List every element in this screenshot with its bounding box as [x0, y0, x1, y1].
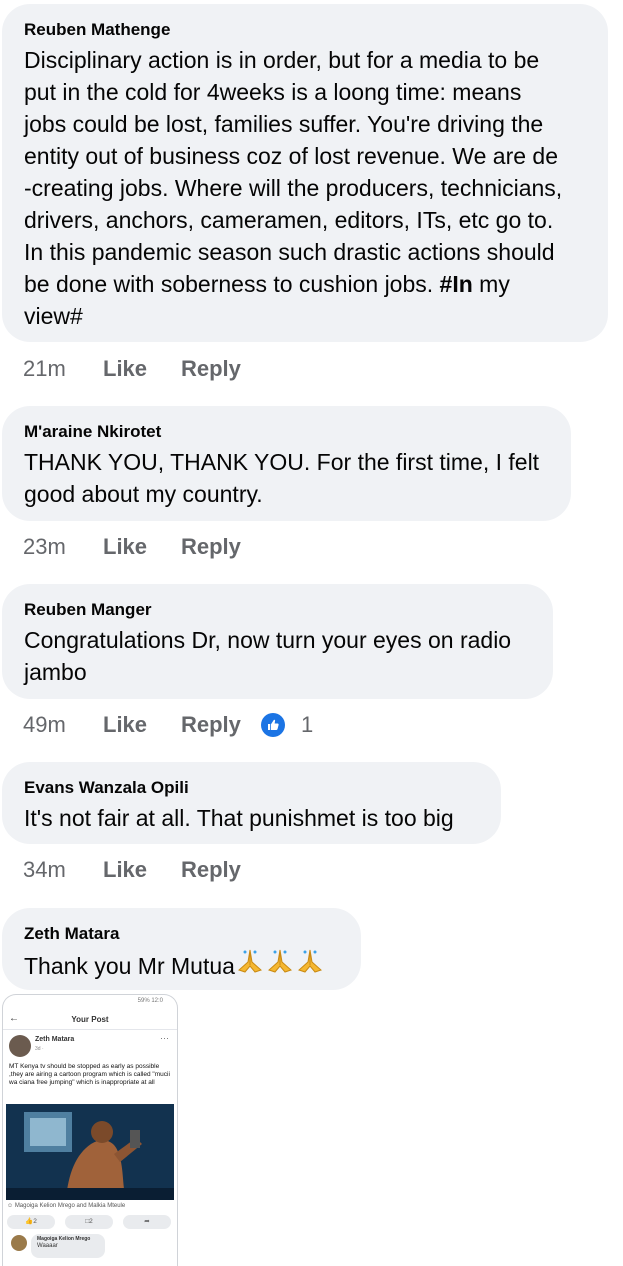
- comment-time[interactable]: 21m: [23, 354, 66, 384]
- thumbs-up-icon: [268, 719, 279, 730]
- avatar: [11, 1235, 27, 1251]
- like-button[interactable]: Like: [103, 532, 147, 562]
- reply-button[interactable]: Reply: [181, 855, 241, 885]
- attached-share-icon: ➦: [123, 1215, 171, 1229]
- comment-time[interactable]: 49m: [23, 710, 66, 740]
- comment-actions: 34m Like Reply: [23, 855, 603, 885]
- post-author: Zeth Matara: [35, 1036, 75, 1043]
- comment-author[interactable]: Reuben Mathenge: [24, 20, 586, 40]
- comment-time[interactable]: 34m: [23, 855, 66, 885]
- reaction-count[interactable]: 1: [301, 710, 313, 740]
- more-icon: ⋯: [160, 1033, 169, 1043]
- reply-button[interactable]: Reply: [181, 354, 241, 384]
- post-body: MT Kenya tv should be stopped as early a…: [9, 1063, 170, 1086]
- post-photo: [6, 1104, 174, 1200]
- comment-bubble: Evans Wanzala Opili It's not fair at all…: [2, 762, 501, 844]
- comment-author[interactable]: Reuben Manger: [24, 600, 531, 620]
- like-button[interactable]: Like: [103, 354, 147, 384]
- like-button[interactable]: Like: [103, 855, 147, 885]
- folded-hands-icon: [235, 948, 265, 979]
- like-reaction-icon[interactable]: [261, 713, 285, 737]
- reply-button[interactable]: Reply: [181, 710, 241, 740]
- comment-author[interactable]: M'araine Nkirotet: [24, 422, 549, 442]
- post-header: ← Your Post: [3, 1011, 177, 1030]
- comment-bubble: M'araine Nkirotet THANK YOU, THANK YOU. …: [2, 406, 571, 521]
- comment-bubble: Reuben Mathenge Disciplinary action is i…: [2, 4, 608, 342]
- comment-bubble: Zeth Matara Thank you Mr Mutua: [2, 908, 361, 990]
- hashtag-link[interactable]: #In: [440, 271, 473, 297]
- status-bar: 59% 12:0: [137, 998, 163, 1004]
- reply-button[interactable]: Reply: [181, 532, 241, 562]
- comment-text: Disciplinary action is in order, but for…: [24, 47, 563, 329]
- folded-hands-icon: [265, 948, 295, 979]
- post-meta: 3d ·: [35, 1046, 44, 1052]
- comment-text: THANK YOU, THANK YOU. For the first time…: [24, 449, 540, 507]
- comment-bubble: Reuben Manger Congratulations Dr, now tu…: [2, 584, 553, 699]
- attached-comment: Magoiga Kelion Mrego Waaaar: [31, 1234, 105, 1258]
- comment-text: Thank you Mr Mutua: [24, 948, 339, 982]
- comment-time[interactable]: 23m: [23, 532, 66, 562]
- comment-actions: 49m Like Reply 1: [23, 710, 603, 740]
- attached-comment-button: □2: [65, 1215, 113, 1229]
- folded-hands-icon: [295, 948, 325, 979]
- comment-author[interactable]: Evans Wanzala Opili: [24, 778, 479, 798]
- comment-actions: 21m Like Reply: [23, 354, 603, 384]
- comment-text: It's not fair at all. That punishmet is …: [24, 805, 454, 831]
- attached-image[interactable]: 59% 12:0 ← Your Post Zeth Matara 3d · ⋯ …: [2, 994, 178, 1266]
- comment-text: Congratulations Dr, now turn your eyes o…: [24, 627, 512, 685]
- like-button[interactable]: Like: [103, 710, 147, 740]
- attached-like-button: 👍2: [7, 1215, 55, 1229]
- reactions-summary: ☺ Magoiga Kelion Mrego and Malkia Mteule: [7, 1203, 126, 1209]
- avatar: [9, 1035, 31, 1057]
- comment-author[interactable]: Zeth Matara: [24, 924, 339, 944]
- smile-icon: ☺: [7, 1203, 14, 1209]
- comment-actions: 23m Like Reply: [23, 532, 603, 562]
